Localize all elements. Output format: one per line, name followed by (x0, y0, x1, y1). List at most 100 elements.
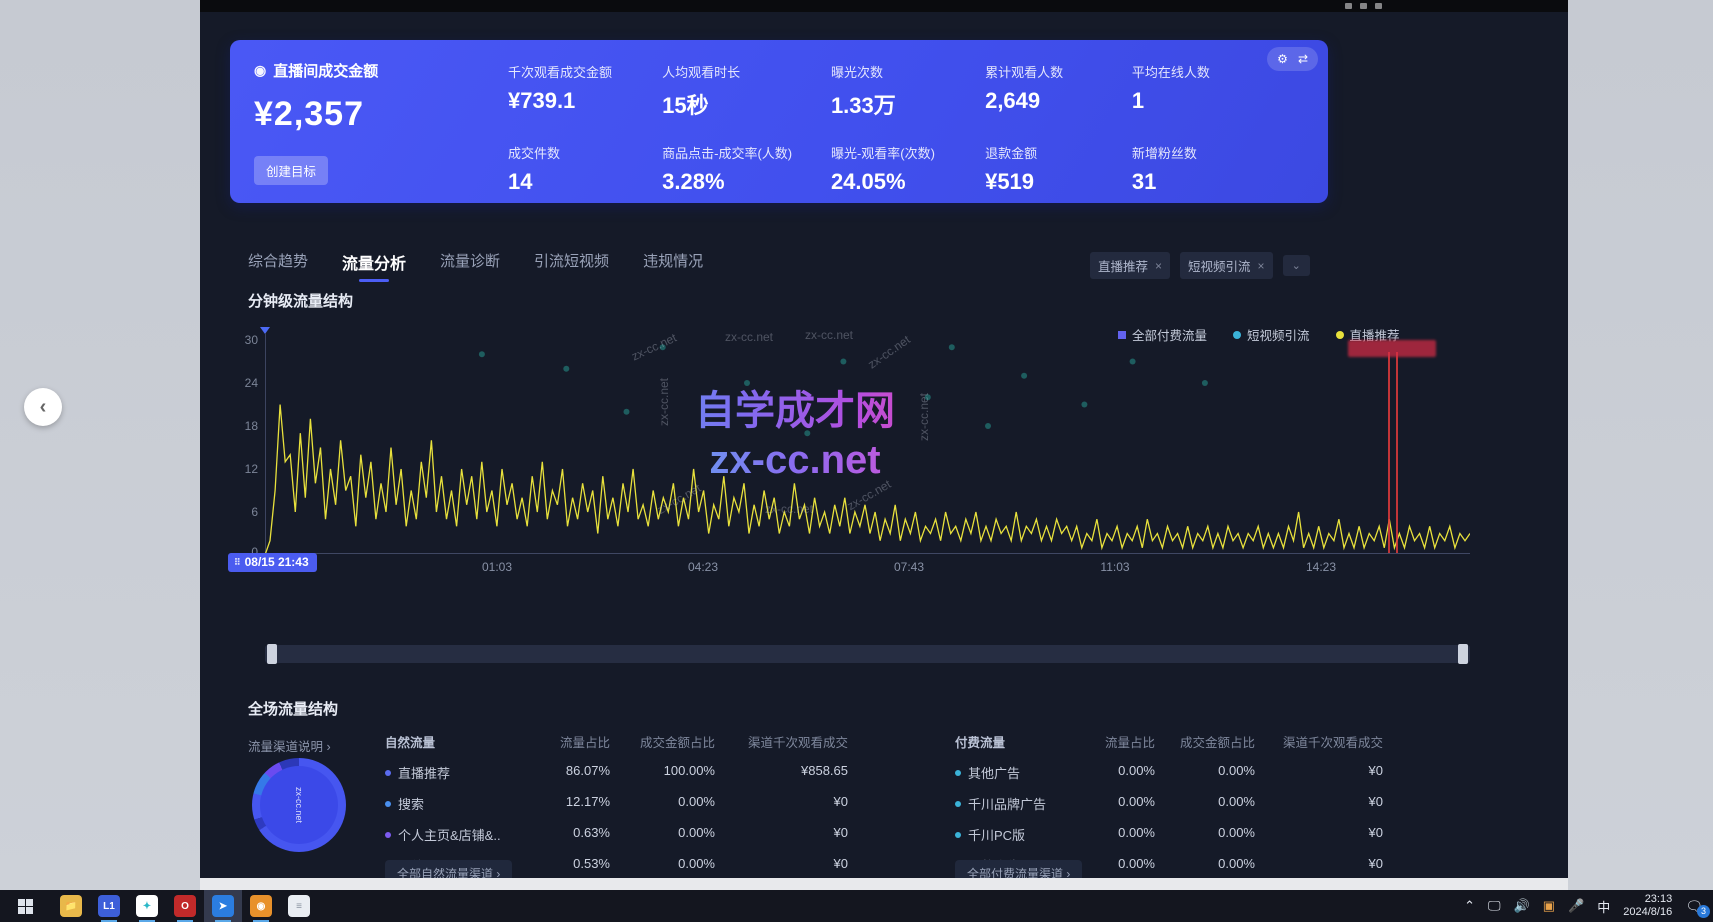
notification-center-icon[interactable]: 🗨 3 (1685, 898, 1703, 915)
table-row-name[interactable]: 千川品牌广告 (955, 794, 1075, 813)
tab-traffic-analysis[interactable]: 流量分析 (342, 250, 406, 282)
x-tick-label: 14:23 (1291, 560, 1351, 574)
channel-name: 直播推荐 (398, 763, 450, 782)
clock[interactable]: 23:13 2024/8/16 (1623, 893, 1672, 919)
create-goal-button[interactable]: 创建目标 (254, 156, 328, 185)
series-dot (955, 801, 961, 807)
close-icon[interactable]: × (1155, 259, 1162, 273)
column-header: 成交金额占比 (1155, 732, 1255, 751)
start-button[interactable] (6, 890, 44, 922)
filter-tag-short-video[interactable]: 短视频引流 × (1180, 252, 1273, 279)
series-dot (955, 832, 961, 838)
close-icon[interactable]: × (1258, 259, 1265, 273)
slider-handle-left[interactable] (267, 644, 277, 664)
tab-short-video[interactable]: 引流短视频 (534, 250, 609, 282)
per-thousand-value: ¥0 (715, 825, 848, 844)
traffic-pct: 0.53% (525, 856, 610, 875)
metric-value: 24.05% (831, 169, 985, 195)
taskbar-app-l1[interactable]: L1 (90, 890, 128, 922)
tab-traffic-diagnosis[interactable]: 流量诊断 (440, 250, 500, 282)
all-paid-channels-link[interactable]: 全部付费流量渠道 › (955, 860, 1082, 878)
filter-tag-group: 直播推荐 × 短视频引流 × ⌄ (1090, 252, 1310, 279)
chevron-right-icon: › (1066, 867, 1070, 878)
taskbar-app-explorer[interactable]: 📁 (52, 890, 90, 922)
traffic-donut-chart[interactable]: zx-cc.net (252, 758, 346, 852)
per-thousand-value: ¥0 (715, 794, 848, 813)
time-range-start-badge[interactable]: ⠿ 08/15 21:43 (228, 553, 317, 572)
metric-value: 1 (1132, 88, 1264, 114)
primary-metric-value: ¥2,357 (254, 95, 378, 134)
metric-label: 人均观看时长 (662, 62, 831, 81)
column-header: 渠道千次观看成交 (715, 732, 848, 751)
taskbar-app-teal[interactable]: ✦ (128, 890, 166, 922)
gmv-pct: 0.00% (610, 794, 715, 813)
channel-help-link[interactable]: 流量渠道说明 › (248, 736, 331, 755)
red-o-app-icon: O (174, 895, 196, 917)
table-row-name[interactable]: 个人主页&店铺&.. (385, 825, 525, 844)
notepad-icon: ≡ (288, 895, 310, 917)
gmv-pct: 0.00% (610, 825, 715, 844)
ime-indicator[interactable]: 中 (1597, 897, 1610, 916)
back-button[interactable]: ‹ (24, 388, 62, 426)
channel-name: 千川PC版 (968, 825, 1025, 844)
metric-value: 3.28% (662, 169, 831, 195)
microphone-icon[interactable]: 🎤 (1568, 898, 1584, 914)
time-badge-label: 08/15 21:43 (245, 555, 309, 569)
paid-traffic-table: 付费流量 流量占比 成交金额占比 渠道千次观看成交 其他广告 0.00% 0.0… (955, 732, 1383, 875)
metric-label: 新增粉丝数 (1132, 143, 1264, 162)
metric-value: 1.33万 (831, 88, 985, 120)
gmv-pct: 0.00% (1155, 763, 1255, 782)
filter-tag-live-recommend[interactable]: 直播推荐 × (1090, 252, 1170, 279)
channel-name: 千川品牌广告 (968, 794, 1046, 813)
tab-violations[interactable]: 违规情况 (643, 250, 703, 282)
slider-handle-right[interactable] (1458, 644, 1468, 664)
notification-badge: 3 (1697, 905, 1710, 918)
column-header: 成交金额占比 (610, 732, 715, 751)
table-row-name[interactable]: 其他广告 (955, 763, 1075, 782)
natural-traffic-table: 自然流量 流量占比 成交金额占比 渠道千次观看成交 直播推荐 86.07% 10… (385, 732, 848, 875)
drag-handle-icon: ⠿ (234, 557, 240, 568)
titlebar-glyph (1345, 3, 1352, 9)
network-icon[interactable]: 🖵 (1488, 898, 1501, 914)
channel-name: 其他广告 (968, 763, 1020, 782)
tray-app-icon[interactable]: ▣ (1543, 898, 1555, 914)
volume-icon[interactable]: 🔊 (1514, 898, 1530, 914)
metric-value: ¥739.1 (508, 88, 662, 114)
taskbar-app-recorder[interactable]: ◉ (242, 890, 280, 922)
chevron-down-icon[interactable]: ⌄ (1283, 255, 1310, 276)
chart-range-slider[interactable] (265, 645, 1470, 663)
gear-icon[interactable]: ⚙ (1277, 52, 1288, 66)
window-bottom-edge (200, 878, 1568, 890)
table-row-name[interactable]: 搜索 (385, 794, 525, 813)
traffic-pct: 0.00% (1075, 856, 1155, 875)
chart-title: 分钟级流量结构 (248, 290, 353, 311)
table-row-name[interactable]: 千川PC版 (955, 825, 1075, 844)
all-natural-channels-link[interactable]: 全部自然流量渠道 › (385, 860, 512, 878)
per-thousand-value: ¥0 (1255, 856, 1383, 875)
minute-traffic-chart[interactable] (265, 335, 1470, 555)
primary-metric-label: 直播间成交金额 (273, 60, 378, 81)
desktop-background-right (1568, 0, 1713, 890)
per-thousand-value: ¥0 (1255, 794, 1383, 813)
per-thousand-value: ¥0 (1255, 763, 1383, 782)
section-title: 全场流量结构 (248, 698, 338, 719)
metric-label: 累计观看人数 (985, 62, 1132, 81)
metric-value: 31 (1132, 169, 1264, 195)
table-row-name[interactable]: 直播推荐 (385, 763, 525, 782)
taskbar-app-notepad[interactable]: ≡ (280, 890, 318, 922)
l1-app-icon: L1 (98, 895, 120, 917)
taskbar-app-red[interactable]: O (166, 890, 204, 922)
metric-value: ¥519 (985, 169, 1132, 195)
titlebar-glyph (1360, 3, 1367, 9)
traffic-pct: 0.00% (1075, 763, 1155, 782)
tray-chevron-up-icon[interactable]: ⌃ (1464, 898, 1475, 914)
taskbar-app-pointer[interactable]: ➤ (204, 890, 242, 922)
per-thousand-value: ¥0 (715, 856, 848, 875)
swap-icon[interactable]: ⇄ (1298, 52, 1308, 66)
metric-label: 平均在线人数 (1132, 62, 1264, 81)
recorder-app-icon: ◉ (250, 895, 272, 917)
pointer-app-icon: ➤ (212, 895, 234, 917)
tab-overall-trend[interactable]: 综合趋势 (248, 250, 308, 282)
target-icon: ◉ (254, 62, 266, 79)
y-tick-label: 6 (230, 505, 258, 519)
